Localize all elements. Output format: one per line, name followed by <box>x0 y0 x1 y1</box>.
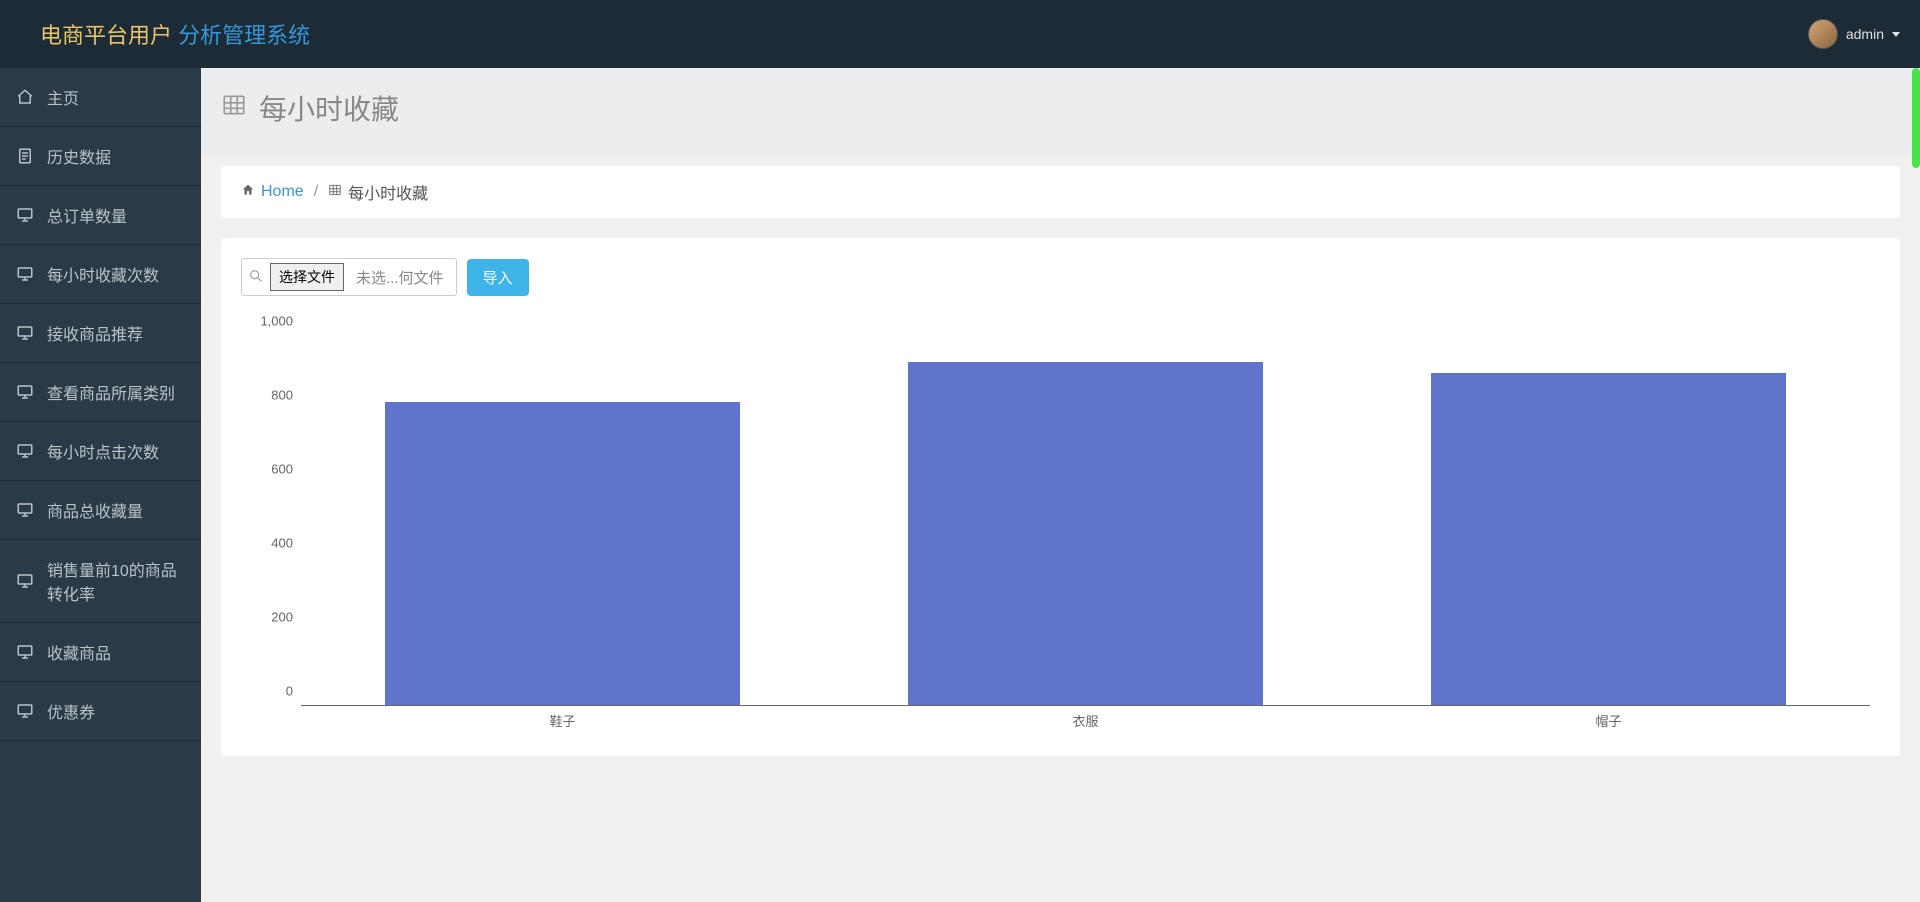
sidebar-item-8[interactable]: 销售量前10的商品转化率 <box>0 540 201 622</box>
sidebar-item-label: 总订单数量 <box>47 203 127 227</box>
y-tick-label: 600 <box>271 462 293 477</box>
chart-x-axis: 鞋子衣服帽子 <box>301 711 1870 736</box>
scroll-indicator <box>1912 68 1920 168</box>
brand: 电商平台用户 分析管理系统 <box>40 18 310 50</box>
chart-bar[interactable] <box>385 402 741 705</box>
sidebar-item-label: 主页 <box>47 85 79 109</box>
toolbar: 选择文件 未选...何文件 导入 <box>241 258 1880 296</box>
bar-slot <box>1347 336 1870 705</box>
user-menu[interactable]: admin <box>1808 19 1900 49</box>
home-icon <box>15 87 35 107</box>
x-tick-label: 衣服 <box>824 711 1347 736</box>
avatar <box>1808 19 1838 49</box>
choose-file-button[interactable]: 选择文件 <box>270 263 344 291</box>
main-content: 每小时收藏 Home / 每小时收藏 选择文件 未选...何文件 导入 020 <box>201 68 1920 902</box>
breadcrumb-separator: / <box>314 183 318 201</box>
sidebar-item-label: 销售量前10的商品转化率 <box>47 557 186 605</box>
chart-y-axis: 02004006008001,000 <box>241 336 301 706</box>
sidebar-item-label: 每小时收藏次数 <box>47 262 159 286</box>
username-label: admin <box>1846 26 1884 42</box>
chart-plot-area <box>301 336 1870 706</box>
x-tick-label: 帽子 <box>1347 711 1870 736</box>
monitor-icon <box>15 323 35 343</box>
brand-part-a: 电商平台用户 <box>40 23 172 48</box>
breadcrumb-current: 每小时收藏 <box>348 180 428 204</box>
page-header: 每小时收藏 <box>201 68 1920 156</box>
home-icon <box>241 183 255 202</box>
sidebar-item-1[interactable]: 历史数据 <box>0 127 201 185</box>
sidebar-item-label: 查看商品所属类别 <box>47 380 175 404</box>
y-tick-label: 200 <box>271 610 293 625</box>
file-status-text: 未选...何文件 <box>350 267 450 288</box>
import-button[interactable]: 导入 <box>467 259 529 296</box>
y-tick-label: 800 <box>271 388 293 403</box>
top-navbar: 电商平台用户 分析管理系统 admin <box>0 0 1920 68</box>
sidebar: 主页历史数据总订单数量每小时收藏次数接收商品推荐查看商品所属类别每小时点击次数商… <box>0 68 201 902</box>
monitor-icon <box>15 500 35 520</box>
sidebar-item-6[interactable]: 每小时点击次数 <box>0 422 201 480</box>
monitor-icon <box>15 441 35 461</box>
caret-down-icon <box>1892 32 1900 37</box>
file-input-group: 选择文件 未选...何文件 <box>241 258 457 296</box>
sidebar-item-2[interactable]: 总订单数量 <box>0 186 201 244</box>
sidebar-item-7[interactable]: 商品总收藏量 <box>0 481 201 539</box>
bar-slot <box>301 336 824 705</box>
sidebar-item-label: 接收商品推荐 <box>47 321 143 345</box>
chart: 02004006008001,000 鞋子衣服帽子 <box>241 336 1880 736</box>
chart-bar[interactable] <box>908 362 1264 705</box>
sidebar-item-3[interactable]: 每小时收藏次数 <box>0 245 201 303</box>
sidebar-item-label: 每小时点击次数 <box>47 439 159 463</box>
sidebar-item-label: 收藏商品 <box>47 640 111 664</box>
table-icon <box>221 92 247 125</box>
monitor-icon <box>15 382 35 402</box>
chart-bar[interactable] <box>1431 373 1787 705</box>
monitor-icon <box>15 205 35 225</box>
sidebar-item-0[interactable]: 主页 <box>0 68 201 126</box>
y-tick-label: 0 <box>286 684 293 699</box>
table-icon <box>328 183 342 202</box>
page-title: 每小时收藏 <box>259 88 399 128</box>
y-tick-label: 1,000 <box>260 314 293 329</box>
sidebar-item-10[interactable]: 优惠券 <box>0 682 201 740</box>
search-icon <box>248 268 264 287</box>
breadcrumb-home-link[interactable]: Home <box>261 183 304 201</box>
x-tick-label: 鞋子 <box>301 711 824 736</box>
monitor-icon <box>15 264 35 284</box>
y-tick-label: 400 <box>271 536 293 551</box>
doc-icon <box>15 146 35 166</box>
brand-part-b: 分析管理系统 <box>178 23 310 48</box>
sidebar-item-label: 商品总收藏量 <box>47 498 143 522</box>
sidebar-item-9[interactable]: 收藏商品 <box>0 623 201 681</box>
monitor-icon <box>15 642 35 662</box>
monitor-icon <box>15 701 35 721</box>
bar-slot <box>824 336 1347 705</box>
sidebar-item-label: 优惠券 <box>47 699 95 723</box>
breadcrumb: Home / 每小时收藏 <box>221 166 1900 218</box>
sidebar-item-4[interactable]: 接收商品推荐 <box>0 304 201 362</box>
monitor-icon <box>15 571 35 591</box>
sidebar-item-5[interactable]: 查看商品所属类别 <box>0 363 201 421</box>
sidebar-item-label: 历史数据 <box>47 144 111 168</box>
content-panel: 选择文件 未选...何文件 导入 0 200 400 600 800 1,000 鞋子衣服… <box>221 238 1900 756</box>
